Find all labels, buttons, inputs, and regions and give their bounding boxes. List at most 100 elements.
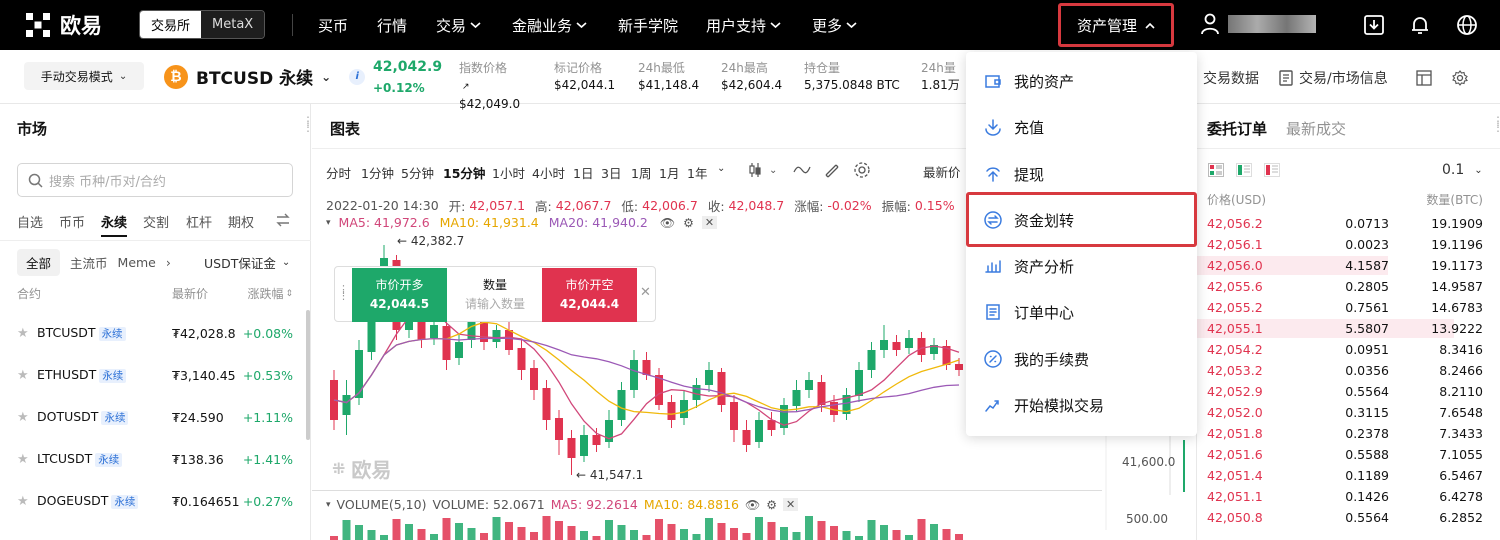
dropdown-item-withdraw[interactable]: 提现 <box>984 159 1184 189</box>
orderbook-row[interactable]: 42,055.6 0.2805 14.9587 <box>1207 276 1483 297</box>
globe-icon[interactable] <box>1455 13 1479 37</box>
chevron-down-icon[interactable]: ⌄ <box>769 165 777 176</box>
eye-icon[interactable]: 👁 <box>660 216 675 230</box>
orderbook-row[interactable]: 42,055.1 5.5807 13.9222 <box>1197 318 1483 339</box>
favorite-star-icon[interactable]: ★ <box>17 410 37 425</box>
book-bids-icon[interactable] <box>1236 163 1252 177</box>
interval-2[interactable]: 5分钟 <box>401 163 434 182</box>
market-long-button[interactable]: 市价开多 42,044.5 <box>352 268 447 322</box>
nav-item-6[interactable]: 更多 <box>812 14 857 36</box>
favorite-star-icon[interactable]: ★ <box>17 452 37 467</box>
market-row[interactable]: ★ ETHUSDT 永续 ₮3,140.45 +0.53% <box>17 354 293 396</box>
layout-icon[interactable] <box>1416 70 1432 86</box>
tab-order-book[interactable]: 委托订单 <box>1207 118 1267 139</box>
exchange-metax-switch[interactable]: 交易所 MetaX <box>139 10 266 39</box>
market-search-input[interactable]: 搜索 币种/币对/合约 <box>17 163 293 197</box>
market-tab-1[interactable]: 币币 <box>59 212 85 231</box>
gear-icon[interactable]: ⚙ <box>683 216 694 230</box>
col-last-price[interactable]: 最新价 <box>172 285 242 302</box>
category-mainstream[interactable]: 主流币 <box>70 253 108 272</box>
nav-item-1[interactable]: 行情 <box>377 14 407 36</box>
margin-select[interactable]: USDT保证金 ⌄ <box>204 253 290 272</box>
interval-7[interactable]: 3日 <box>601 163 621 182</box>
favorite-star-icon[interactable]: ★ <box>17 368 37 383</box>
market-row[interactable]: ★ DOTUSDT 永续 ₮24.590 +1.11% <box>17 396 293 438</box>
orderbook-row[interactable]: 42,051.8 0.2378 7.3433 <box>1207 423 1483 444</box>
nav-item-5[interactable]: 用户支持 <box>706 14 781 36</box>
category-meme[interactable]: Meme <box>118 255 156 270</box>
book-asks-icon[interactable] <box>1264 163 1280 177</box>
quick-trade-close-icon[interactable]: ✕ <box>640 285 651 300</box>
orderbook-row[interactable]: 42,054.2 0.0951 8.3416 <box>1207 339 1483 360</box>
swap-icon[interactable] <box>275 212 291 228</box>
dropdown-item-analysis[interactable]: 资产分析 <box>984 251 1184 281</box>
chart-settings-gear-icon[interactable] <box>853 161 871 179</box>
interval-more-chevron-icon[interactable]: ⌄ <box>717 163 725 174</box>
nav-item-4[interactable]: 新手学院 <box>618 14 678 36</box>
drawing-tool-icon[interactable] <box>823 162 841 178</box>
sort-icon[interactable]: ⇕ <box>285 289 293 299</box>
metax-tab[interactable]: MetaX <box>201 11 265 38</box>
orderbook-row[interactable]: 42,055.2 0.7561 14.6783 <box>1207 297 1483 318</box>
asset-management-menu[interactable]: 资产管理 <box>1058 3 1174 47</box>
chevron-right-icon[interactable]: › <box>166 255 171 270</box>
precision-select[interactable]: 0.1 ⌄ <box>1442 162 1483 178</box>
market-tab-3[interactable]: 交割 <box>143 212 169 231</box>
interval-9[interactable]: 1月 <box>659 163 679 182</box>
orderbook-row[interactable]: 42,053.2 0.0356 8.2466 <box>1207 360 1483 381</box>
dropdown-item-deposit[interactable]: 充值 <box>984 112 1184 142</box>
market-tab-0[interactable]: 自选 <box>17 212 43 231</box>
dropdown-item-fee[interactable]: 我的手续费 <box>984 344 1184 374</box>
favorite-star-icon[interactable]: ★ <box>17 326 37 341</box>
market-row[interactable]: ★ BTCUSDT 永续 ₮42,028.8 +0.08% <box>17 312 293 354</box>
interval-3[interactable]: 15分钟 <box>443 163 485 182</box>
orderbook-row[interactable]: 42,052.9 0.5564 8.2110 <box>1207 381 1483 402</box>
candlestick-icon[interactable] <box>747 162 763 178</box>
quantity-input[interactable]: 数量 请输入数量 <box>448 268 542 322</box>
bell-icon[interactable] <box>1408 13 1432 37</box>
dropdown-item-wallet[interactable]: 我的资产 <box>984 66 1184 96</box>
market-short-button[interactable]: 市价开空 42,044.4 <box>542 268 637 322</box>
latest-price-toggle[interactable]: 最新价 <box>923 162 961 181</box>
caret-icon[interactable]: ▾ <box>326 500 331 510</box>
symbol-selector[interactable]: ₿ BTCUSD 永续 ⌄ i <box>164 64 366 89</box>
interval-1[interactable]: 1分钟 <box>361 163 394 182</box>
gear-icon[interactable]: ⚙ <box>766 498 777 512</box>
orderbook-row[interactable]: 42,051.1 0.1426 6.4278 <box>1207 486 1483 507</box>
col-change[interactable]: 涨跌幅 <box>242 285 283 302</box>
close-icon[interactable]: ✕ <box>783 498 799 511</box>
trade-data-link[interactable]: 交易数据 <box>1203 68 1259 88</box>
interval-6[interactable]: 1日 <box>573 163 593 182</box>
interval-8[interactable]: 1周 <box>631 163 651 182</box>
interval-4[interactable]: 1小时 <box>492 163 525 182</box>
tab-latest-trades[interactable]: 最新成交 <box>1286 118 1346 139</box>
orderbook-row[interactable]: 42,052.0 0.3115 7.6548 <box>1207 402 1483 423</box>
orderbook-row[interactable]: 42,056.1 0.0023 19.1196 <box>1207 234 1483 255</box>
dropdown-item-order-center[interactable]: 订单中心 <box>984 297 1184 327</box>
nav-item-0[interactable]: 买币 <box>318 14 348 36</box>
market-scrollbar[interactable] <box>306 310 310 440</box>
okx-logo[interactable]: 欧易 <box>24 12 102 38</box>
user-account[interactable] <box>1200 13 1316 35</box>
nav-item-2[interactable]: 交易 <box>436 14 481 36</box>
drag-handle-icon[interactable]: ⋮ ⋮ <box>1492 115 1500 133</box>
market-tab-2[interactable]: 永续 <box>101 212 127 231</box>
settings-gear-icon[interactable] <box>1451 70 1468 86</box>
favorite-star-icon[interactable]: ★ <box>17 494 37 509</box>
orderbook-row[interactable]: 42,056.0 4.1587 19.1173 <box>1197 255 1483 276</box>
market-tab-4[interactable]: 杠杆 <box>186 212 212 231</box>
interval-0[interactable]: 分时 <box>326 163 351 182</box>
exchange-tab[interactable]: 交易所 <box>140 11 202 38</box>
quick-trade-drag-icon[interactable]: ⋮ ⋮ <box>338 284 349 301</box>
info-icon[interactable]: i <box>349 68 366 85</box>
eye-icon[interactable]: 👁 <box>745 498 760 512</box>
orderbook-row[interactable]: 42,051.4 0.1189 6.5467 <box>1207 465 1483 486</box>
download-icon[interactable] <box>1362 13 1386 37</box>
market-row[interactable]: ★ LTCUSDT 永续 ₮138.36 +1.41% <box>17 438 293 480</box>
interval-5[interactable]: 4小时 <box>532 163 565 182</box>
caret-icon[interactable]: ▾ <box>326 218 331 228</box>
orderbook-row[interactable]: 42,056.2 0.0713 19.1909 <box>1207 213 1483 234</box>
book-both-icon[interactable] <box>1208 163 1224 177</box>
dropdown-item-demo-trading[interactable]: 开始模拟交易 <box>984 390 1184 420</box>
market-tab-5[interactable]: 期权 <box>228 212 254 231</box>
